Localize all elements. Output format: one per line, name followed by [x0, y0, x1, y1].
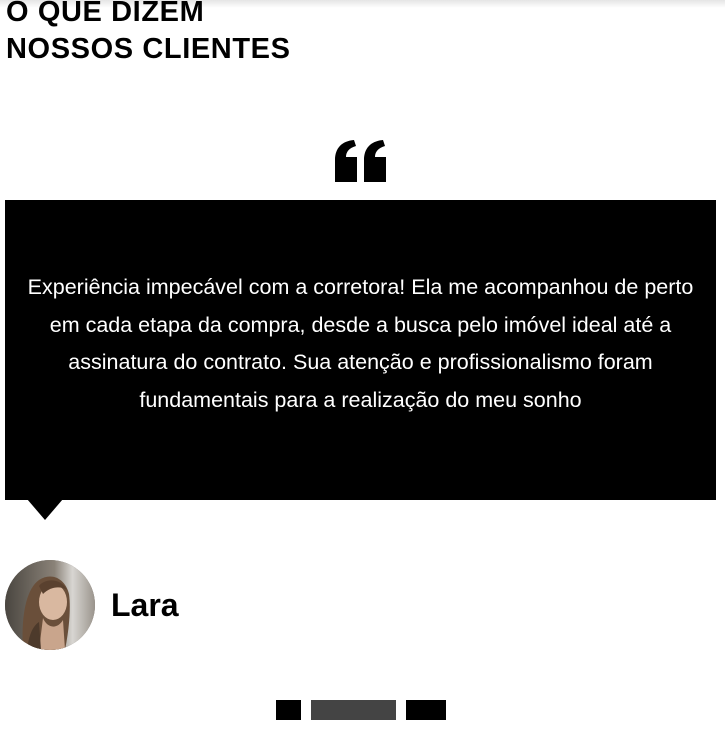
testimonial-text: Experiência impecável com a corretora! E… — [27, 275, 694, 412]
slider-dot-2-active[interactable] — [311, 700, 396, 720]
quote-left-icon — [335, 140, 387, 182]
section-title-line-1: O QUE DIZEM — [6, 0, 205, 28]
author-avatar — [5, 560, 95, 650]
section-title: O QUE DIZEM NOSSOS CLIENTES — [6, 0, 426, 68]
slider-dot-3[interactable] — [406, 700, 446, 720]
testimonial-card-tail — [27, 499, 63, 520]
author-name: Lara — [111, 587, 179, 623]
slider-dot-1[interactable] — [276, 700, 301, 720]
testimonial-card: Experiência impecável com a corretora! E… — [5, 200, 716, 500]
section-title-line-2: NOSSOS CLIENTES — [6, 33, 291, 65]
